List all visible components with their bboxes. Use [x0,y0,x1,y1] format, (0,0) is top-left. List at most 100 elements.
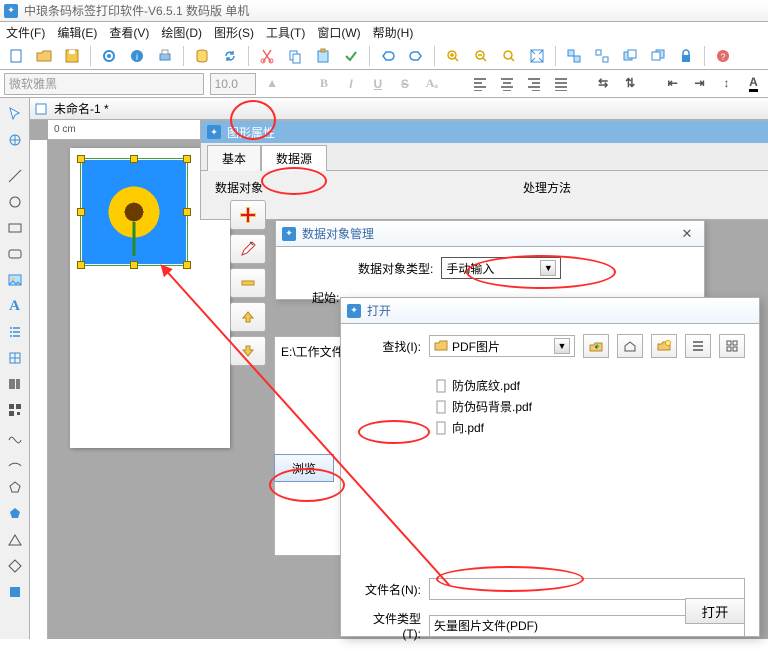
view-list-button[interactable] [685,334,711,358]
open-button[interactable] [32,44,56,68]
new-button[interactable] [4,44,28,68]
zoom-in-button[interactable] [441,44,465,68]
zoom-out-button[interactable] [469,44,493,68]
copy-button[interactable] [283,44,307,68]
lock-button[interactable] [674,44,698,68]
redo-button[interactable] [404,44,428,68]
rect-tool[interactable] [3,216,27,240]
pan-tool[interactable] [3,128,27,152]
barcode-tool[interactable] [3,372,27,396]
align-right-button[interactable] [523,73,544,95]
help-toolbar-button[interactable]: ? [711,44,735,68]
file-item[interactable]: 向.pdf [434,419,740,436]
image-tool[interactable] [3,268,27,292]
menu-edit[interactable]: 编辑(E) [57,24,97,41]
file-name-input[interactable] [429,578,745,600]
home-button[interactable] [617,334,643,358]
fill-tool[interactable] [3,580,27,604]
handle-bm[interactable] [130,261,138,269]
grid-tool[interactable] [3,346,27,370]
bring-front-button[interactable] [618,44,642,68]
ungroup-button[interactable] [590,44,614,68]
view-detail-button[interactable] [719,334,745,358]
polygon-tool[interactable] [3,476,27,500]
handle-mr[interactable] [183,208,191,216]
indent-inc-button[interactable]: ⇥ [689,73,710,95]
roundrect-tool[interactable] [3,242,27,266]
menu-view[interactable]: 查看(V) [109,24,149,41]
info-button[interactable]: i [125,44,149,68]
star-tool[interactable] [3,502,27,526]
dom-type-combo[interactable]: 手动输入 ▼ [441,257,561,279]
menu-draw[interactable]: 绘图(D) [161,24,202,41]
document-tab[interactable]: 未命名-1 * [30,98,768,120]
delete-button[interactable] [339,44,363,68]
font-name-combo[interactable]: 微软雅黑 [4,73,204,95]
open-confirm-button[interactable]: 打开 [685,598,745,624]
database-button[interactable] [190,44,214,68]
data-remove-button[interactable] [230,268,266,298]
open-dialog-titlebar[interactable]: ✦ 打开 [341,298,759,324]
selection-box[interactable] [80,158,188,266]
dom-close-button[interactable]: ✕ [676,225,698,243]
file-item[interactable]: 防伪底纹.pdf [434,377,740,394]
look-in-combo[interactable]: PDF图片 ▼ [429,335,575,357]
line-tool[interactable] [3,164,27,188]
circle-tool[interactable] [3,190,27,214]
underline-button[interactable]: U [367,73,388,95]
menu-help[interactable]: 帮助(H) [373,24,414,41]
settings-button[interactable] [97,44,121,68]
paste-button[interactable] [311,44,335,68]
triangle-tool[interactable] [3,528,27,552]
print-button[interactable] [153,44,177,68]
handle-tl[interactable] [77,155,85,163]
data-add-button[interactable] [230,200,266,230]
align-justify-button[interactable] [550,73,571,95]
list-tool[interactable] [3,320,27,344]
bold-button[interactable]: B [314,73,335,95]
handle-tm[interactable] [130,155,138,163]
menu-window[interactable]: 窗口(W) [317,24,360,41]
group-button[interactable] [562,44,586,68]
align-left-button[interactable] [469,73,490,95]
new-folder-button[interactable] [651,334,677,358]
handle-ml[interactable] [77,208,85,216]
strike-button[interactable]: S [394,73,415,95]
indent-dec-button[interactable]: ⇤ [662,73,683,95]
italic-button[interactable]: I [340,73,361,95]
file-list[interactable]: 防伪底纹.pdf 防伪码背景.pdf 向.pdf [429,368,745,498]
menu-tools[interactable]: 工具(T) [266,24,305,41]
arc-tool[interactable] [3,450,27,474]
file-item[interactable]: 防伪码背景.pdf [434,398,740,415]
dom-dialog-titlebar[interactable]: ✦ 数据对象管理 ✕ [276,221,704,247]
send-back-button[interactable] [646,44,670,68]
handle-tr[interactable] [183,155,191,163]
font-size-combo[interactable]: 10.0 [210,73,256,95]
text-color-button[interactable]: A [743,73,764,95]
spacing-line-button[interactable]: ⇅ [620,73,641,95]
handle-br[interactable] [183,261,191,269]
tab-datasource[interactable]: 数据源 [261,145,327,171]
zoom-fit-button[interactable] [497,44,521,68]
diamond-tool[interactable] [3,554,27,578]
font-size-up-button[interactable]: ▲ [262,73,283,95]
menu-shape[interactable]: 图形(S) [214,24,254,41]
refresh-button[interactable] [218,44,242,68]
subscript-button[interactable]: Aₐ [421,73,442,95]
curve-tool[interactable] [3,424,27,448]
data-edit-button[interactable] [230,234,266,264]
data-up-button[interactable] [230,302,266,332]
spacing-char-button[interactable]: ⇆ [593,73,614,95]
tab-basic[interactable]: 基本 [207,145,261,171]
handle-bl[interactable] [77,261,85,269]
data-down-button[interactable] [230,336,266,366]
zoom-actual-button[interactable] [525,44,549,68]
align-center-button[interactable] [496,73,517,95]
text-tool[interactable]: A [3,294,27,318]
select-tool[interactable] [3,102,27,126]
qrcode-tool[interactable] [3,398,27,422]
undo-button[interactable] [376,44,400,68]
text-vertical-button[interactable]: ↕ [716,73,737,95]
cut-button[interactable] [255,44,279,68]
up-folder-button[interactable] [583,334,609,358]
